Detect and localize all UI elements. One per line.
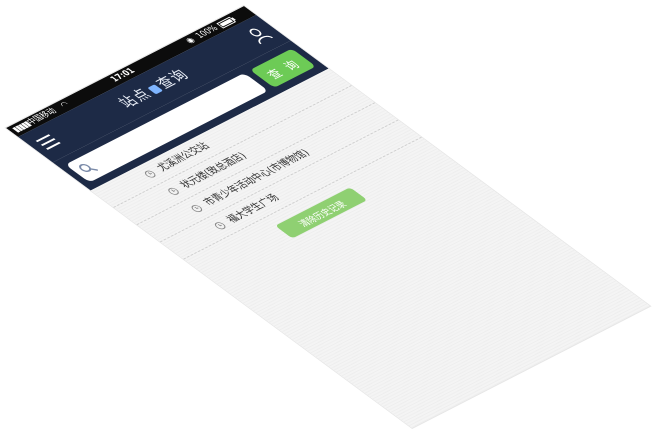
clock-icon [168, 187, 179, 195]
clock-icon [214, 222, 226, 230]
user-icon[interactable] [243, 25, 275, 45]
clock-icon [191, 205, 203, 213]
phone-screen: ▮▮▮▮▮ 中国移动 ◠ 17:01 ◉ 100% 站点查询 查 询 尤溪洲公交… [6, 5, 650, 429]
menu-icon[interactable] [35, 134, 62, 151]
screenshot-stage: ▮▮▮▮▮ 中国移动 ◠ 17:01 ◉ 100% 站点查询 查 询 尤溪洲公交… [0, 0, 653, 432]
clock-icon [144, 170, 156, 178]
